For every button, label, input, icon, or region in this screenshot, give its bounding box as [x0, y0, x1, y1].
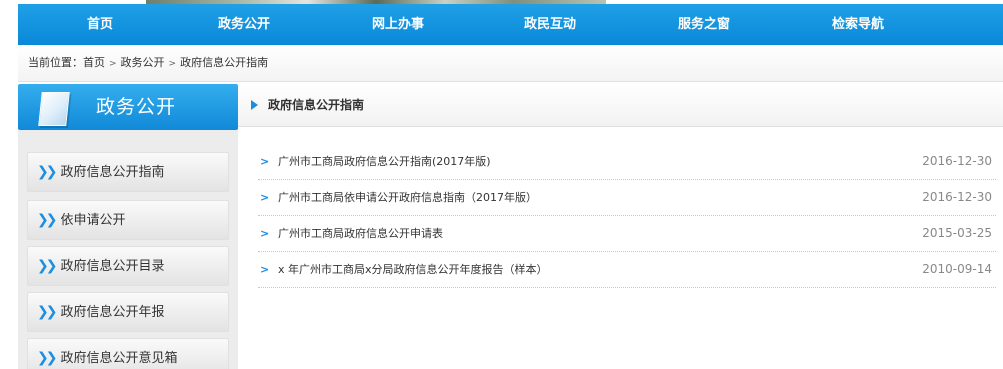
nav-item-online-service[interactable]: 网上办事	[358, 4, 438, 45]
list-item-title[interactable]: x 年广州市工商局x分局政府信息公开年度报告（样本）	[278, 252, 548, 287]
nav-item-search-nav[interactable]: 检索导航	[816, 4, 900, 45]
breadcrumb-prefix: 当前位置：	[28, 56, 83, 69]
chevron-right-icon: >	[260, 263, 270, 276]
chevron-right-icon: >	[260, 227, 270, 240]
article-list: > 广州市工商局政府信息公开指南(2017年版) 2016-12-30 > 广州…	[258, 144, 996, 288]
triangle-right-icon	[251, 100, 258, 110]
breadcrumb-gov-affairs-link[interactable]: 政务公开	[121, 56, 165, 69]
list-item[interactable]: > 广州市工商局依申请公开政府信息指南（2017年版） 2016-12-30	[258, 180, 996, 216]
list-item-title[interactable]: 广州市工商局依申请公开政府信息指南（2017年版）	[278, 180, 537, 215]
chevron-right-icon: >	[260, 191, 270, 204]
chevron-right-icon: >	[260, 155, 270, 168]
breadcrumb-bar: 当前位置：首页 > 政务公开 > 政府信息公开指南	[18, 45, 1003, 82]
breadcrumb-current: 政府信息公开指南	[180, 56, 269, 69]
nav-item-home[interactable]: 首页	[60, 4, 140, 45]
content-header: 政府信息公开指南	[238, 84, 1003, 127]
sidebar-item-label: 政府信息公开目录	[60, 259, 165, 274]
list-item-date: 2010-09-14	[922, 262, 992, 276]
content-title: 政府信息公开指南	[268, 98, 365, 112]
sidebar-item-disclosure-guide[interactable]: ❯❯ 政府信息公开指南	[27, 152, 229, 192]
nav-item-interaction[interactable]: 政民互动	[510, 4, 590, 45]
sidebar-title: 政务公开	[96, 96, 177, 118]
double-chevron-right-icon: ❯❯	[37, 350, 58, 366]
page: 首页 政务公开 网上办事 政民互动 服务之窗 检索导航 当前位置：首页 > 政务公开…	[0, 0, 1003, 369]
list-item-date: 2015-03-25	[922, 226, 992, 240]
list-item-date: 2016-12-30	[922, 154, 992, 168]
breadcrumb: 当前位置：首页 > 政务公开 > 政府信息公开指南	[28, 45, 268, 81]
main-nav: 首页 政务公开 网上办事 政民互动 服务之窗 检索导航	[18, 4, 1003, 45]
list-item-date: 2016-12-30	[922, 190, 992, 204]
list-item[interactable]: > 广州市工商局政府信息公开申请表 2015-03-25	[258, 216, 996, 252]
sidebar-header: 政务公开	[18, 84, 238, 130]
sidebar-item-annual-report[interactable]: ❯❯ 政府信息公开年报	[27, 292, 229, 332]
breadcrumb-home-link[interactable]: 首页	[83, 56, 105, 69]
double-chevron-right-icon: ❯❯	[37, 304, 58, 320]
sidebar-item-label: 依申请公开	[60, 213, 126, 228]
list-item[interactable]: > 广州市工商局政府信息公开指南(2017年版) 2016-12-30	[258, 144, 996, 180]
breadcrumb-separator-icon: >	[109, 59, 117, 69]
sidebar-item-disclosure-catalog[interactable]: ❯❯ 政府信息公开目录	[27, 246, 229, 286]
breadcrumb-separator-icon: >	[168, 59, 177, 69]
nav-item-service-window[interactable]: 服务之窗	[664, 4, 744, 45]
sidebar-item-label: 政府信息公开指南	[60, 165, 165, 180]
double-chevron-right-icon: ❯❯	[37, 212, 58, 228]
list-item-title[interactable]: 广州市工商局政府信息公开申请表	[278, 216, 443, 251]
sidebar-item-on-application[interactable]: ❯❯ 依申请公开	[27, 200, 229, 240]
nav-item-gov-affairs[interactable]: 政务公开	[204, 4, 284, 45]
sidebar-menu: ❯❯ 政府信息公开指南 ❯❯ 依申请公开 ❯❯ 政府信息公开目录 ❯❯ 政府信息公开年报…	[18, 130, 238, 369]
sidebar-item-label: 政府信息公开意见箱	[60, 351, 178, 366]
document-page-icon	[38, 92, 70, 126]
list-item[interactable]: > x 年广州市工商局x分局政府信息公开年度报告（样本） 2010-09-14	[258, 252, 996, 288]
list-item-title[interactable]: 广州市工商局政府信息公开指南(2017年版)	[278, 144, 491, 179]
sidebar-item-feedback-box[interactable]: ❯❯ 政府信息公开意见箱	[27, 338, 229, 369]
double-chevron-right-icon: ❯❯	[37, 164, 58, 180]
sidebar-item-label: 政府信息公开年报	[60, 305, 165, 320]
double-chevron-right-icon: ❯❯	[37, 258, 58, 274]
